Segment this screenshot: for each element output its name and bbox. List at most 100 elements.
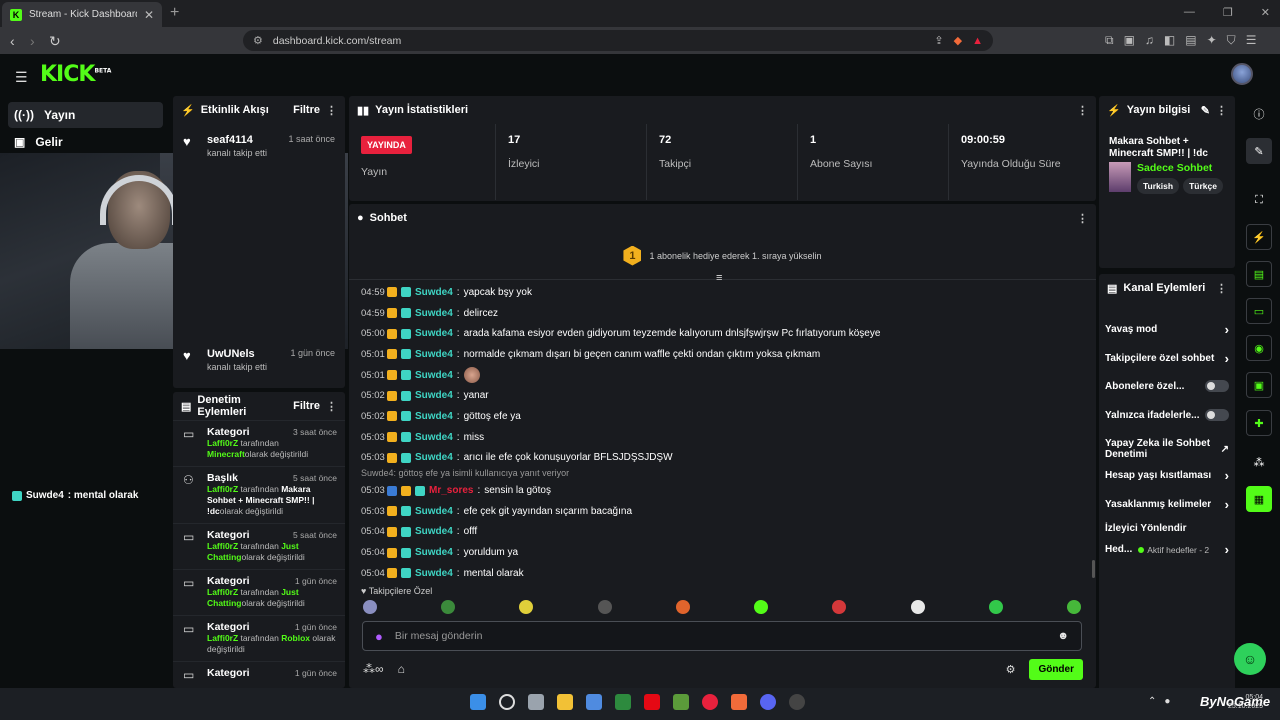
message-user[interactable]: Mr_sores	[429, 485, 473, 496]
message-user[interactable]: Suwde4	[415, 568, 453, 579]
message-user[interactable]: Suwde4	[415, 432, 453, 443]
goals-row[interactable]: Hed... Aktif hedefler - 2 ›	[1105, 542, 1229, 557]
message-user[interactable]: Suwde4	[415, 547, 453, 558]
message-user[interactable]: Suwde4	[415, 308, 453, 319]
message-user[interactable]: Suwde4	[415, 328, 453, 339]
nav-item-revenue[interactable]: ▣ Gelir	[8, 129, 163, 155]
minecraft-icon[interactable]: ▦	[1246, 486, 1272, 512]
netflix-icon[interactable]	[644, 694, 660, 710]
emoji-picker-icon[interactable]: ☻	[1057, 630, 1069, 642]
channel-action-row[interactable]: Yalnızca ifadelerle...	[1105, 409, 1229, 421]
maximize-icon[interactable]: ❐	[1223, 6, 1233, 19]
site-info-icon[interactable]: ⚙	[253, 34, 263, 47]
file-explorer-icon[interactable]	[557, 694, 573, 710]
toggle-switch[interactable]	[1205, 409, 1229, 421]
channel-action-row[interactable]: Abonelere özel...	[1105, 380, 1229, 392]
app-icon[interactable]	[586, 694, 602, 710]
quick-actions-icon[interactable]: ⚡	[1246, 224, 1272, 250]
channel-action-row[interactable]: Yapay Zeka ile Sohbet Denetimi ↗	[1105, 438, 1229, 460]
rewards-icon[interactable]: ▲	[972, 35, 983, 47]
minimize-icon[interactable]: —	[1184, 6, 1195, 19]
message-user[interactable]: Suwde4	[415, 390, 453, 401]
emote-icon[interactable]	[832, 600, 847, 614]
emote-icon[interactable]	[597, 600, 612, 614]
search-icon[interactable]	[499, 694, 515, 710]
more-options-icon[interactable]: ⋮	[1216, 104, 1227, 117]
chat-settings-icon[interactable]: ⚙	[1006, 663, 1016, 676]
browser-tab[interactable]: K Stream - Kick Dashboard ✕	[2, 2, 162, 27]
brave-browser-icon[interactable]	[731, 694, 747, 710]
start-icon[interactable]	[470, 694, 486, 710]
broadcast-rail-icon[interactable]: ◉	[1246, 335, 1272, 361]
hamburger-menu-icon[interactable]: ☰	[15, 69, 28, 86]
moderation-filter-button[interactable]: Filtre	[293, 400, 320, 412]
pinned-gift-banner[interactable]: 1 1 abonelik hediye ederek 1. sıraya yük…	[349, 232, 1096, 280]
channel-action-row[interactable]: Yavaş mod ›	[1105, 322, 1229, 337]
reload-icon[interactable]: ↻	[49, 33, 61, 50]
new-tab-icon[interactable]: +	[170, 4, 179, 22]
message-user[interactable]: Suwde4	[415, 411, 453, 422]
channel-action-row[interactable]: İzleyici Yönlendir	[1105, 523, 1229, 534]
more-options-icon[interactable]: ⋮	[326, 104, 337, 117]
stream-tag[interactable]: Turkish	[1137, 178, 1180, 194]
message-user[interactable]: Suwde4	[415, 349, 453, 360]
store-icon[interactable]: ⌂	[398, 662, 405, 676]
notes-icon[interactable]: ▤	[1246, 261, 1272, 287]
message-user[interactable]: Suwde4	[415, 526, 453, 537]
vpn-icon[interactable]: ⛉	[1227, 33, 1236, 48]
activity-user[interactable]: UwUNels	[207, 348, 255, 360]
community-icon[interactable]: ⁂	[1246, 449, 1272, 475]
music-icon[interactable]: ♫	[1145, 33, 1154, 48]
support-chat-icon[interactable]: ☺	[1234, 643, 1266, 675]
more-options-icon[interactable]: ⋮	[326, 400, 337, 413]
edit-icon[interactable]: ✎	[1201, 104, 1210, 117]
tools-icon[interactable]: ✚	[1246, 410, 1272, 436]
fullscreen-icon[interactable]: ⛶	[1246, 187, 1272, 213]
moderator-name[interactable]: Laffi0rZ	[207, 484, 238, 494]
category-thumbnail[interactable]	[1109, 162, 1131, 192]
clip-icon[interactable]: ▣	[1246, 372, 1272, 398]
channel-action-row[interactable]: Yasaklanmış kelimeler ›	[1105, 497, 1229, 512]
user-avatar[interactable]	[1231, 63, 1253, 85]
moderator-name[interactable]: Laffi0rZ	[207, 541, 238, 551]
extension-icon[interactable]: ⧉	[1105, 33, 1114, 48]
channel-action-row[interactable]: Hesap yaşı kısıtlaması ›	[1105, 468, 1229, 483]
nav-item-stream[interactable]: ((·)) Yayın	[8, 102, 163, 128]
emote-icon[interactable]	[910, 600, 925, 614]
more-options-icon[interactable]: ⋮	[1077, 104, 1088, 117]
more-options-icon[interactable]: ⋮	[1077, 212, 1088, 225]
brave-shield-icon[interactable]: ◆	[954, 34, 962, 47]
chat-input[interactable]: ● Bir mesaj gönderin ☻	[362, 621, 1082, 651]
close-tab-icon[interactable]: ✕	[144, 8, 154, 22]
message-user[interactable]: Suwde4	[415, 452, 453, 463]
chat-scrollbar[interactable]	[1092, 560, 1095, 578]
store-app-icon[interactable]	[615, 694, 631, 710]
toggle-switch[interactable]	[1205, 380, 1229, 392]
sidebar-icon[interactable]: ◧	[1164, 33, 1175, 48]
moderator-name[interactable]: Laffi0rZ	[207, 633, 238, 643]
chat-icon[interactable]: ▭	[1246, 298, 1272, 324]
message-user[interactable]: Suwde4	[415, 506, 453, 517]
send-button[interactable]: Gönder	[1029, 658, 1083, 680]
emote-icon[interactable]	[1066, 600, 1081, 614]
share-icon[interactable]: ⇪	[934, 34, 943, 47]
kick-logo[interactable]: KICKBETA	[40, 62, 111, 87]
tray-chevron-icon[interactable]: ⌃	[1148, 696, 1156, 707]
stream-tag[interactable]: Türkçe	[1183, 178, 1223, 194]
channel-action-row[interactable]: Takipçilere özel sohbet ›	[1105, 351, 1229, 366]
activity-filter-button[interactable]: Filtre	[293, 104, 320, 116]
activity-user[interactable]: seaf4114	[207, 134, 253, 146]
emote-icon[interactable]	[988, 600, 1003, 614]
microphone-icon[interactable]: ●	[375, 629, 383, 644]
category-name[interactable]: Sadece Sohbet	[1137, 162, 1223, 174]
emote-icon[interactable]	[675, 600, 690, 614]
app-icon[interactable]	[789, 694, 805, 710]
loyalty-points-icon[interactable]: ⁂∞	[363, 662, 384, 676]
screenshot-icon[interactable]: ▣	[1124, 33, 1135, 48]
message-user[interactable]: Suwde4	[415, 287, 453, 298]
taskbar-clock[interactable]: 05:04 25.10.2025	[1228, 693, 1263, 711]
more-options-icon[interactable]: ⋮	[1216, 282, 1227, 295]
emote-icon[interactable]	[754, 600, 769, 614]
menu-icon[interactable]: ☰	[1246, 33, 1257, 48]
moderator-name[interactable]: Laffi0rZ	[207, 587, 238, 597]
